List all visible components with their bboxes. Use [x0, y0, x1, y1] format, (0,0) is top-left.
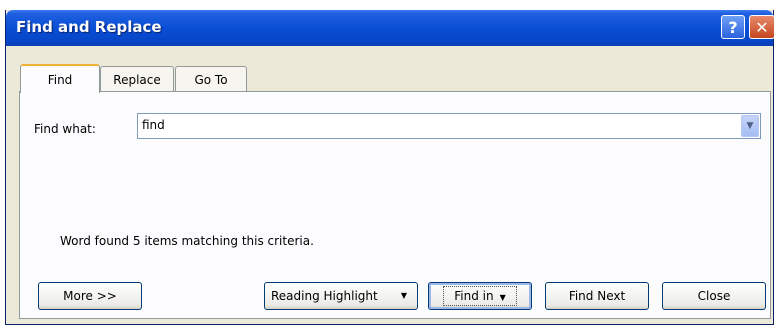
find-what-input[interactable]: find — [142, 118, 165, 132]
find-what-combobox[interactable]: find ▼ — [137, 113, 761, 139]
more-button[interactable]: More >> — [38, 282, 142, 310]
status-message: Word found 5 items matching this criteri… — [60, 234, 314, 248]
more-button-label: More >> — [63, 289, 117, 303]
tab-go-to[interactable]: Go To — [175, 66, 247, 92]
find-what-label: Find what: — [34, 122, 96, 136]
close-button-label: Close — [697, 289, 731, 303]
find-in-focus: Find in ▼ — [443, 286, 517, 306]
chevron-down-icon: ▼ — [400, 291, 407, 300]
title-bar[interactable]: Find and Replace ? ✕ — [6, 10, 774, 46]
find-replace-dialog: Find and Replace ? ✕ Find Replace Go To … — [5, 10, 774, 325]
tab-replace[interactable]: Replace — [100, 66, 174, 92]
find-panel: Find what: find ▼ Word found 5 items mat… — [19, 91, 771, 319]
chevron-down-icon: ▼ — [499, 293, 506, 302]
chevron-down-icon[interactable]: ▼ — [741, 115, 759, 137]
tab-replace-label: Replace — [113, 72, 161, 87]
close-window-button[interactable]: ✕ — [749, 15, 774, 39]
find-in-button[interactable]: Find in ▼ — [428, 282, 532, 310]
tab-find-label: Find — [47, 72, 73, 87]
find-next-label: Find Next — [568, 289, 626, 303]
tab-find[interactable]: Find — [20, 64, 100, 93]
reading-highlight-label: Reading Highlight — [271, 289, 378, 303]
help-button[interactable]: ? — [721, 15, 745, 39]
reading-highlight-button[interactable]: Reading Highlight ▼ — [264, 282, 418, 310]
close-button[interactable]: Close — [662, 282, 766, 310]
tab-go-to-label: Go To — [194, 72, 228, 87]
dialog-title: Find and Replace — [16, 18, 162, 36]
find-next-button[interactable]: Find Next — [545, 282, 649, 310]
find-in-label: Find in — [454, 289, 494, 303]
